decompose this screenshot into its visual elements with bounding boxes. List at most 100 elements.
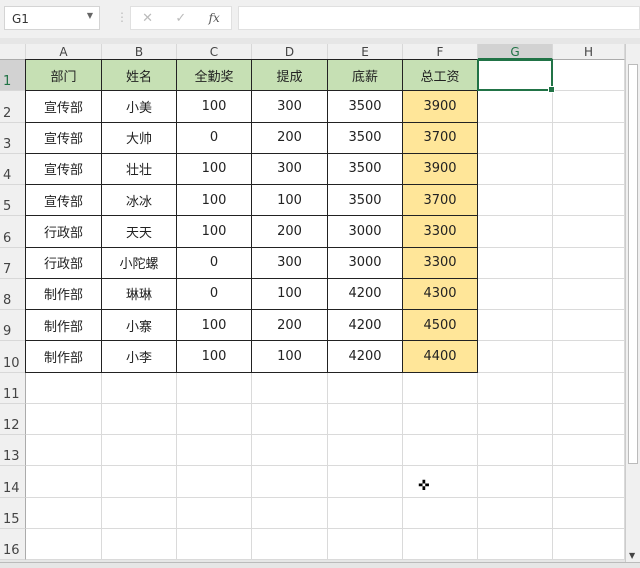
- cell-G3[interactable]: [478, 122, 553, 154]
- cell-H14[interactable]: [553, 466, 625, 498]
- cell-F4[interactable]: 3900: [403, 153, 478, 185]
- cell-D7[interactable]: 300: [252, 247, 328, 279]
- row-header-2[interactable]: 2: [0, 91, 26, 123]
- cell-D15[interactable]: [252, 497, 328, 529]
- cell-A8[interactable]: 制作部: [26, 278, 102, 310]
- cell-F11[interactable]: [403, 372, 478, 404]
- cell-D9[interactable]: 200: [252, 310, 328, 342]
- cell-E5[interactable]: 3500: [328, 185, 403, 217]
- row-header-13[interactable]: 13: [0, 435, 26, 467]
- table-header-cell[interactable]: 全勤奖: [177, 60, 252, 92]
- cell-H11[interactable]: [553, 372, 625, 404]
- cell-E13[interactable]: [328, 435, 403, 467]
- cell-H5[interactable]: [553, 185, 625, 217]
- cell-F14[interactable]: [403, 466, 478, 498]
- cell-C8[interactable]: 0: [177, 278, 252, 310]
- row-header-11[interactable]: 11: [0, 372, 26, 404]
- cell-C7[interactable]: 0: [177, 247, 252, 279]
- cell-D2[interactable]: 300: [252, 91, 328, 123]
- cell-B15[interactable]: [102, 497, 177, 529]
- cell-D12[interactable]: [252, 403, 328, 435]
- cell-B4[interactable]: 壮壮: [102, 153, 177, 185]
- cell-G9[interactable]: [478, 310, 553, 342]
- cell-A9[interactable]: 制作部: [26, 310, 102, 342]
- cell-G7[interactable]: [478, 247, 553, 279]
- cell-B14[interactable]: [102, 466, 177, 498]
- cell-E10[interactable]: 4200: [328, 341, 403, 373]
- cell-D6[interactable]: 200: [252, 216, 328, 248]
- cell-D5[interactable]: 100: [252, 185, 328, 217]
- cell-H16[interactable]: [553, 528, 625, 560]
- cell-H6[interactable]: [553, 216, 625, 248]
- cell-B16[interactable]: [102, 528, 177, 560]
- cell-A10[interactable]: 制作部: [26, 341, 102, 373]
- cell-E11[interactable]: [328, 372, 403, 404]
- cell-E3[interactable]: 3500: [328, 122, 403, 154]
- enter-icon[interactable]: ✓: [175, 11, 186, 26]
- cell-D10[interactable]: 100: [252, 341, 328, 373]
- column-header-G[interactable]: G: [478, 44, 553, 60]
- row-header-12[interactable]: 12: [0, 403, 26, 435]
- cell-C5[interactable]: 100: [177, 185, 252, 217]
- column-header-A[interactable]: A: [26, 44, 102, 60]
- cell-E16[interactable]: [328, 528, 403, 560]
- cell-C6[interactable]: 100: [177, 216, 252, 248]
- cell-F13[interactable]: [403, 435, 478, 467]
- cell-B7[interactable]: 小陀螺: [102, 247, 177, 279]
- cell-D8[interactable]: 100: [252, 278, 328, 310]
- cell-E15[interactable]: [328, 497, 403, 529]
- cell-E4[interactable]: 3500: [328, 153, 403, 185]
- cell-H12[interactable]: [553, 403, 625, 435]
- cell-G4[interactable]: [478, 153, 553, 185]
- row-header-1[interactable]: 1: [0, 60, 26, 92]
- cell-G16[interactable]: [478, 528, 553, 560]
- cell-C10[interactable]: 100: [177, 341, 252, 373]
- cell-C11[interactable]: [177, 372, 252, 404]
- select-all-corner[interactable]: [0, 44, 26, 60]
- cell-C12[interactable]: [177, 403, 252, 435]
- cell-D13[interactable]: [252, 435, 328, 467]
- cell-A14[interactable]: [26, 466, 102, 498]
- cell-B13[interactable]: [102, 435, 177, 467]
- cell-D16[interactable]: [252, 528, 328, 560]
- cell-E8[interactable]: 4200: [328, 278, 403, 310]
- cell-H9[interactable]: [553, 310, 625, 342]
- cell-D14[interactable]: [252, 466, 328, 498]
- cell-F6[interactable]: 3300: [403, 216, 478, 248]
- cell-A12[interactable]: [26, 403, 102, 435]
- column-header-F[interactable]: F: [403, 44, 478, 60]
- cell-G12[interactable]: [478, 403, 553, 435]
- cell-C9[interactable]: 100: [177, 310, 252, 342]
- cell-A2[interactable]: 宣传部: [26, 91, 102, 123]
- cell-F3[interactable]: 3700: [403, 122, 478, 154]
- column-header-H[interactable]: H: [553, 44, 625, 60]
- row-header-8[interactable]: 8: [0, 278, 26, 310]
- column-header-C[interactable]: C: [177, 44, 252, 60]
- cell-F7[interactable]: 3300: [403, 247, 478, 279]
- cell-A5[interactable]: 宣传部: [26, 185, 102, 217]
- cell-H10[interactable]: [553, 341, 625, 373]
- cell-B6[interactable]: 天天: [102, 216, 177, 248]
- cell-H4[interactable]: [553, 153, 625, 185]
- insert-function-icon[interactable]: fx: [209, 11, 220, 25]
- cell-F9[interactable]: 4500: [403, 310, 478, 342]
- row-header-4[interactable]: 4: [0, 153, 26, 185]
- cell-A11[interactable]: [26, 372, 102, 404]
- table-header-cell[interactable]: 提成: [252, 60, 328, 92]
- cell-G6[interactable]: [478, 216, 553, 248]
- cell-E9[interactable]: 4200: [328, 310, 403, 342]
- cell-D3[interactable]: 200: [252, 122, 328, 154]
- row-header-5[interactable]: 5: [0, 185, 26, 217]
- cell-B10[interactable]: 小李: [102, 341, 177, 373]
- cell-E6[interactable]: 3000: [328, 216, 403, 248]
- cell-H7[interactable]: [553, 247, 625, 279]
- cell-A7[interactable]: 行政部: [26, 247, 102, 279]
- cell-A16[interactable]: [26, 528, 102, 560]
- cell-H3[interactable]: [553, 122, 625, 154]
- table-header-cell[interactable]: 总工资: [403, 60, 478, 92]
- cell-B8[interactable]: 琳琳: [102, 278, 177, 310]
- cell-C16[interactable]: [177, 528, 252, 560]
- cell-D11[interactable]: [252, 372, 328, 404]
- cell-C13[interactable]: [177, 435, 252, 467]
- cell-G15[interactable]: [478, 497, 553, 529]
